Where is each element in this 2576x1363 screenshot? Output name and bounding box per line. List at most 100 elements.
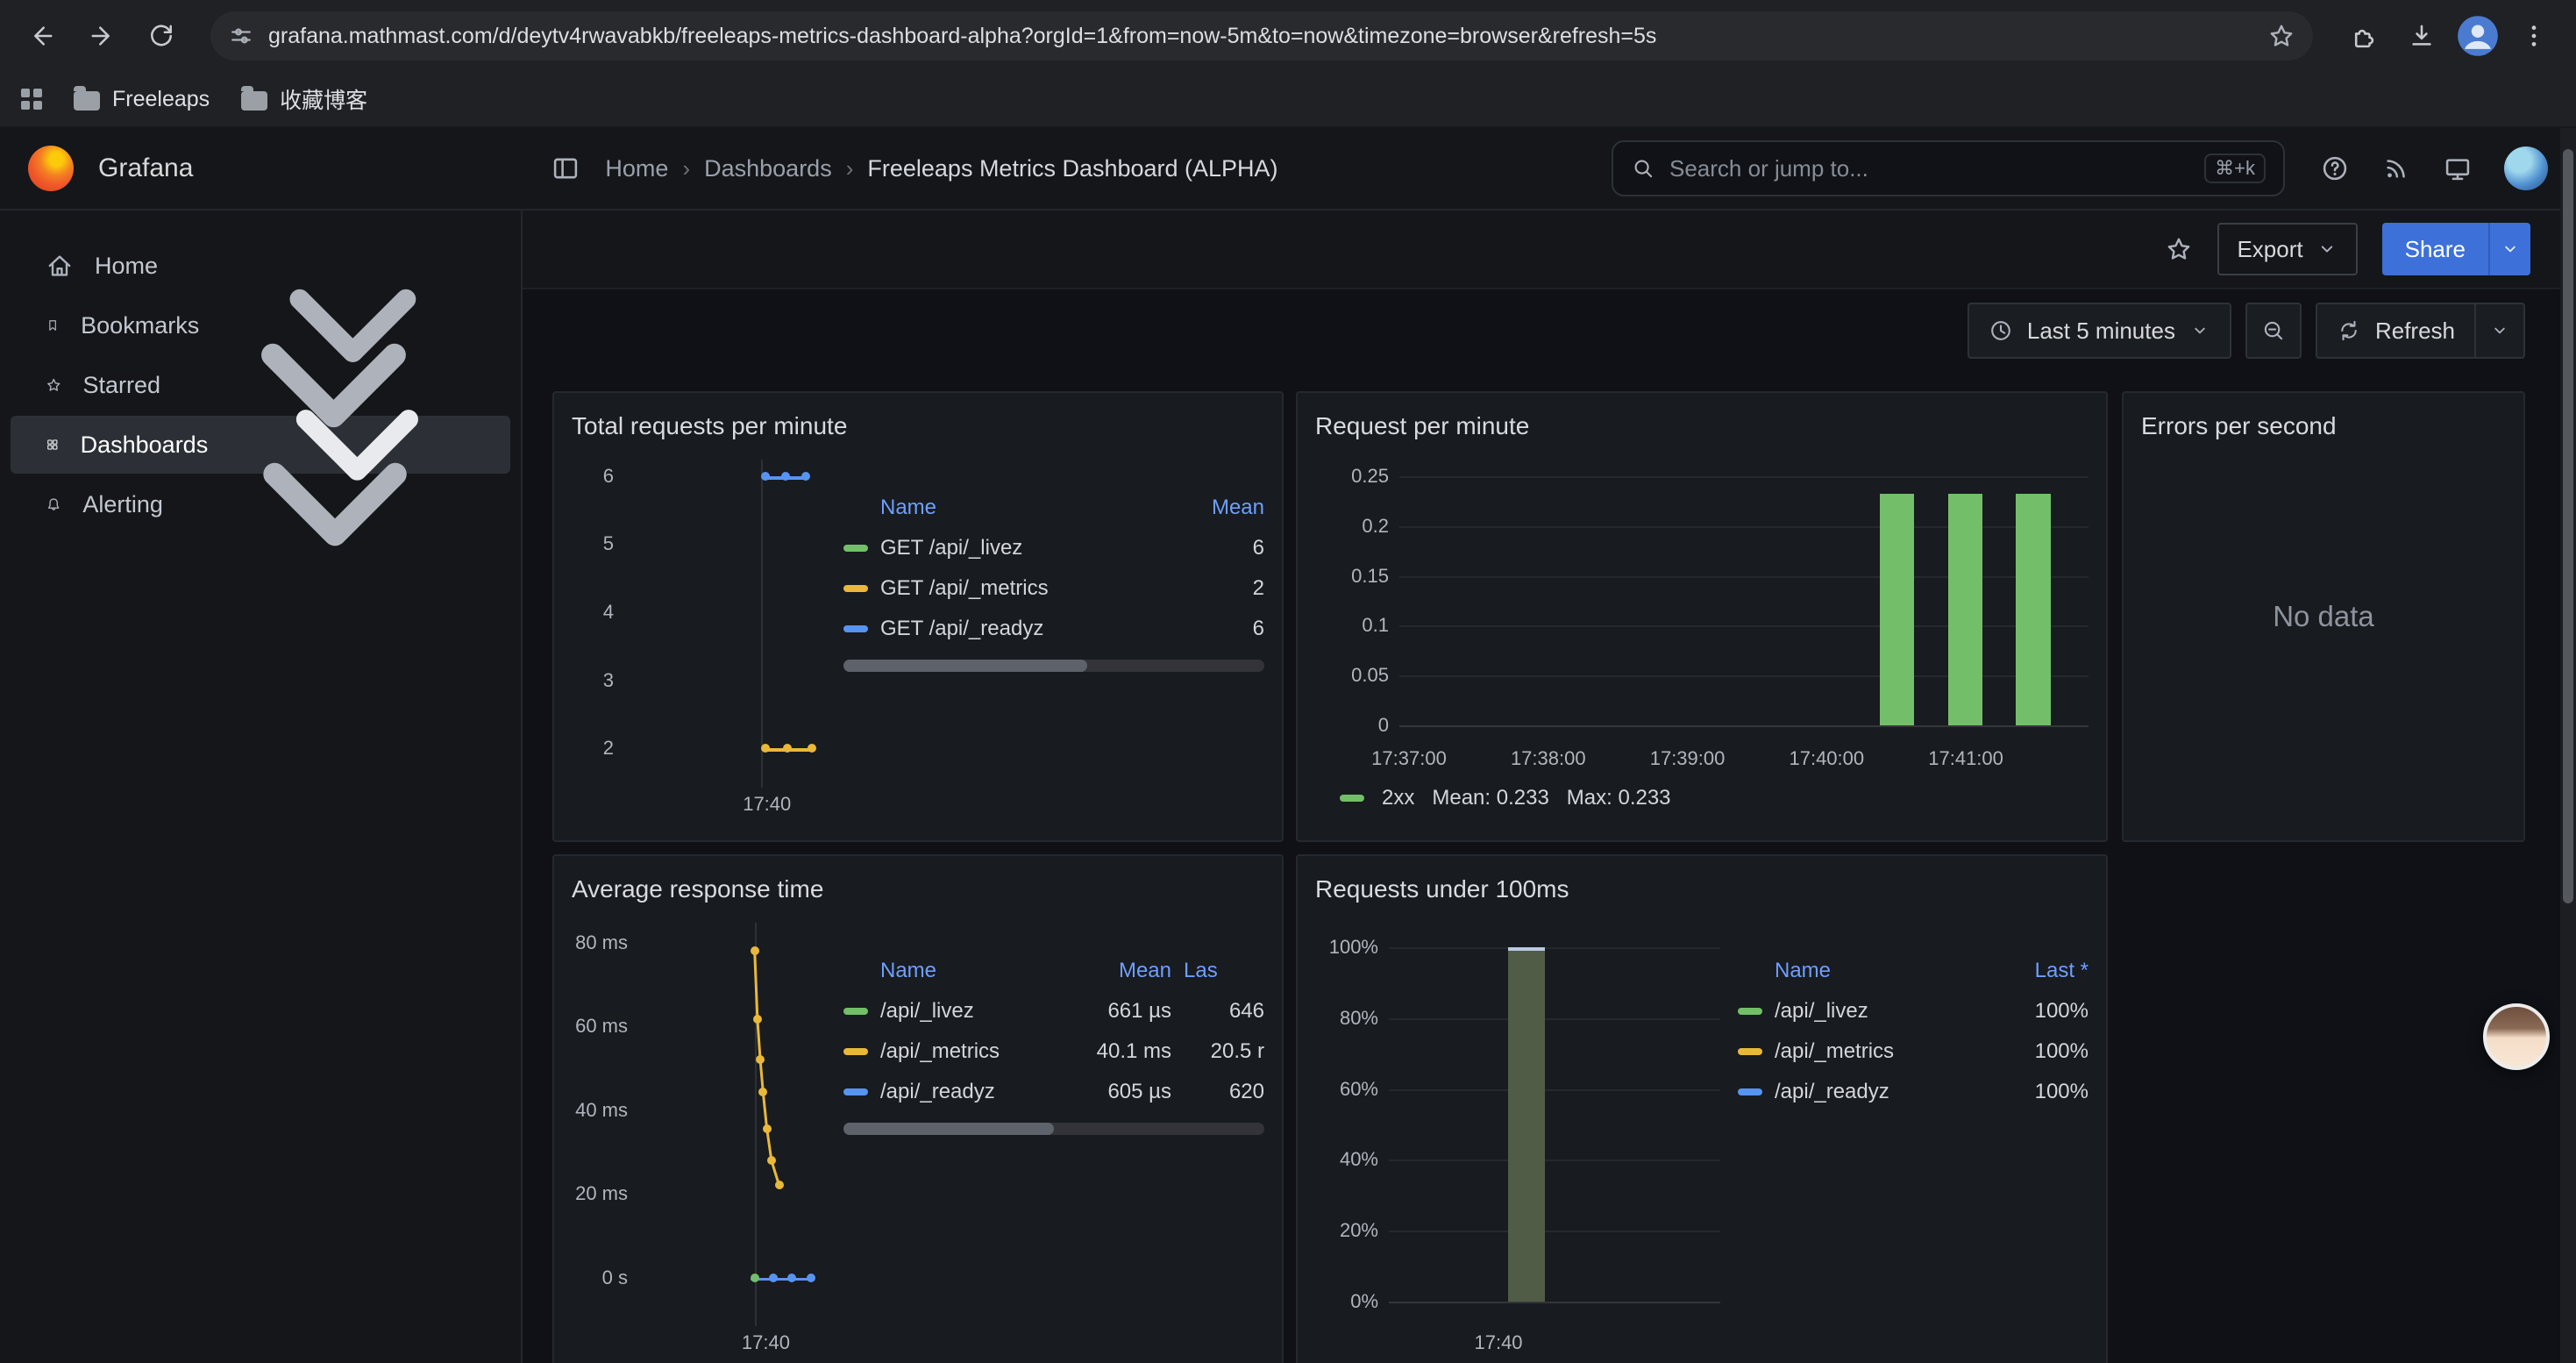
legend-row[interactable]: GET /api/_metrics 2 [843,568,1264,609]
favorite-star-icon[interactable] [2165,235,2193,263]
y-tick: 0 s [602,1267,628,1289]
forward-icon[interactable] [77,11,126,61]
breadcrumb-home[interactable]: Home [605,155,668,182]
panel-errors-per-second[interactable]: Errors per second No data [2122,391,2525,842]
bookmark-folder-blogs[interactable]: 收藏博客 [241,83,367,115]
extensions-icon[interactable] [2338,11,2387,61]
sidebar: Home Bookmarks Starred Dashboards Alerti… [0,211,523,1363]
legend-header-mean[interactable]: Mean [1163,496,1264,520]
dashboards-grid-icon [46,431,60,459]
legend-header-name[interactable]: Name [1775,959,1975,983]
search-input[interactable] [1669,155,2190,182]
site-info-icon[interactable] [228,23,254,49]
panel-title[interactable]: Requests under 100ms [1315,870,2089,909]
grafana-logo[interactable] [28,146,74,191]
browser-profile-avatar[interactable] [2457,15,2499,57]
refresh-button[interactable]: Refresh [2316,303,2476,359]
panel-total-requests-per-minute[interactable]: Total requests per minute 6 5 4 3 2 [552,391,1284,842]
bookmark-folder-freeleaps[interactable]: Freeleaps [74,87,210,112]
page-scrollbar[interactable] [2560,128,2576,1363]
bar-under-100ms[interactable] [1508,947,1545,1302]
legend-row[interactable]: /api/_readyz 605 µs 620 [843,1072,1264,1112]
data-point [753,1015,762,1024]
bar-2xx[interactable] [1948,494,1982,725]
data-point [783,744,792,753]
series-name[interactable]: 2xx [1382,786,1414,810]
bar-2xx[interactable] [2016,494,2050,725]
y-tick: 100% [1329,936,1378,959]
legend-scrollbar[interactable] [843,660,1264,672]
chevron-down-icon[interactable] [184,353,486,655]
p1-y-axis: 6 5 4 3 2 [572,460,624,788]
data-point [751,1274,759,1282]
export-button[interactable]: Export [2217,223,2357,275]
scrollbar-thumb[interactable] [2563,149,2573,903]
breadcrumb-dashboards[interactable]: Dashboards [704,155,832,182]
panel-requests-under-100ms[interactable]: Requests under 100ms 100% 80% 60% 40% 20… [1296,854,2108,1363]
p1-plot[interactable] [624,460,826,788]
x-tick: 17:40:00 [1789,747,1864,770]
browser-menu-icon[interactable] [2509,11,2558,61]
back-icon[interactable] [18,11,67,61]
series-swatch [843,625,868,632]
panel-request-per-minute[interactable]: Request per minute 0.25 0.2 0.15 0.1 0.0… [1296,391,2108,842]
panel-average-response-time[interactable]: Average response time 80 ms 60 ms 40 ms … [552,854,1284,1363]
rss-icon[interactable] [2381,153,2411,183]
legend-scrollbar[interactable] [843,1123,1264,1135]
data-point [761,744,770,753]
data-point [801,472,810,481]
gridline [1389,1089,1720,1091]
legend-header-last[interactable]: Last * [1987,959,2089,983]
panel-title[interactable]: Errors per second [2141,407,2506,446]
legend-row[interactable]: /api/_metrics 40.1 ms 20.5 r [843,1031,1264,1072]
panel-title[interactable]: Request per minute [1315,407,2089,446]
legend-header-name[interactable]: Name [880,959,1057,983]
reload-icon[interactable] [137,11,186,61]
p4-legend: Name Mean Las /api/_livez 661 µs 646 [843,923,1264,1358]
url-text[interactable]: grafana.mathmast.com/d/deytv4rwavabkb/fr… [268,24,2253,49]
legend-header-mean[interactable]: Mean [1070,959,1171,983]
legend-row[interactable]: /api/_livez 661 µs 646 [843,991,1264,1031]
series-swatch [843,1008,868,1015]
bar-2xx[interactable] [1880,494,1914,725]
legend-row[interactable]: /api/_livez 100% [1738,991,2089,1031]
share-button[interactable]: Share [2382,223,2488,275]
series-swatch [1340,795,1364,802]
p5-plot[interactable] [1389,923,1720,1326]
legend-row[interactable]: GET /api/_livez 6 [843,528,1264,568]
zoom-out-button[interactable] [2245,303,2302,359]
series-max: Max: 0.233 [1567,786,1671,810]
legend-header-last[interactable]: Las [1184,959,1264,983]
screen: grafana.mathmast.com/d/deytv4rwavabkb/fr… [0,0,2576,1363]
main-area: Export Share Last 5 minutes [523,211,2576,1363]
folder-icon [74,91,100,111]
panel-title[interactable]: Total requests per minute [572,407,1264,446]
panel-title[interactable]: Average response time [572,870,1264,909]
bookmark-star-icon[interactable] [2267,22,2295,50]
p2-plot[interactable]: 17:37:00 17:38:00 17:39:00 17:40:00 17:4… [1399,460,2089,742]
chevron-down-icon [2189,320,2210,341]
search-box[interactable]: ⌘+k [1612,140,2285,196]
monitor-icon[interactable] [2443,153,2473,183]
series-mean: Mean: 0.233 [1432,786,1548,810]
help-icon[interactable] [2320,153,2350,183]
legend-row[interactable]: /api/_readyz 100% [1738,1072,2089,1112]
legend-row[interactable]: GET /api/_readyz 6 [843,609,1264,649]
time-range-picker[interactable]: Last 5 minutes [1968,303,2231,359]
url-bar[interactable]: grafana.mathmast.com/d/deytv4rwavabkb/fr… [210,11,2313,61]
floating-assistant-avatar[interactable] [2483,1003,2550,1070]
legend-row[interactable]: /api/_metrics 100% [1738,1031,2089,1072]
user-avatar[interactable] [2504,146,2548,190]
sidebar-item-alerting[interactable]: Alerting [11,475,510,533]
toggle-menu-icon[interactable] [551,153,580,183]
apps-grid-icon[interactable] [21,89,42,110]
downloads-icon[interactable] [2397,11,2446,61]
series-curve-metrics [638,923,826,1326]
sidebar-item-label: Starred [83,372,161,399]
legend-header-name[interactable]: Name [880,496,1150,520]
refresh-interval-dropdown[interactable] [2476,303,2525,359]
share-dropdown-button[interactable] [2488,223,2530,275]
p4-plot[interactable] [638,923,826,1326]
p5-legend: Name Last * /api/_livez 100% /api/_metri… [1738,923,2089,1358]
series-last: 100% [1987,1039,2089,1064]
